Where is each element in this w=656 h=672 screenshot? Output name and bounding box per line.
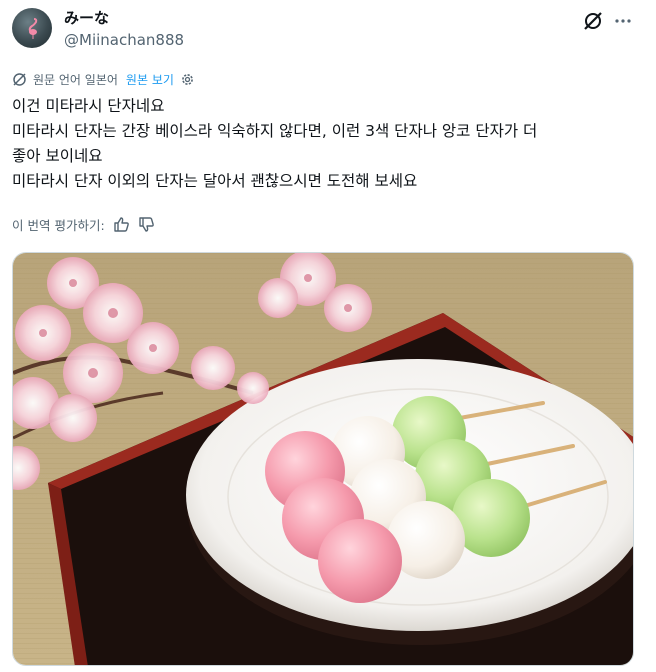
rate-translation: 이 번역 평가하기: xyxy=(12,214,155,234)
post-line: 미타라시 단자 이외의 단자는 달아서 괜찮으시면 도전해 보세요 xyxy=(12,172,418,190)
rate-translation-label: 이 번역 평가하기: xyxy=(12,217,105,233)
post-line: 좋아 보이네요 xyxy=(12,147,103,165)
translation-bar: 원문 언어 일본어 원본 보기 xyxy=(12,70,195,88)
avatar[interactable] xyxy=(12,8,52,48)
flamingo-avatar-icon xyxy=(28,18,38,39)
post-text: 이건 미타라시 단자네요 미타라시 단자는 간장 베이스라 익숙하지 않다면, … xyxy=(12,94,642,194)
three-color-dango-photo[interactable] xyxy=(12,252,634,666)
more-horizontal-icon[interactable] xyxy=(612,10,634,32)
user-handle[interactable]: @Miinachan888 xyxy=(64,30,184,50)
display-name[interactable]: みーな xyxy=(64,8,109,28)
post-line: 미타라시 단자는 간장 베이스라 익숙하지 않다면, 이런 3색 단자나 앙코 … xyxy=(12,122,538,140)
thumbs-up-icon[interactable] xyxy=(113,216,130,233)
source-language-label: 원문 언어 일본어 xyxy=(33,72,118,87)
post-line: 이건 미타라시 단자네요 xyxy=(12,97,165,115)
grok-icon[interactable] xyxy=(582,10,604,32)
thumbs-down-icon[interactable] xyxy=(138,216,155,233)
gear-icon[interactable] xyxy=(180,72,195,87)
translate-icon xyxy=(12,72,27,87)
view-original-link[interactable]: 원본 보기 xyxy=(126,71,174,88)
